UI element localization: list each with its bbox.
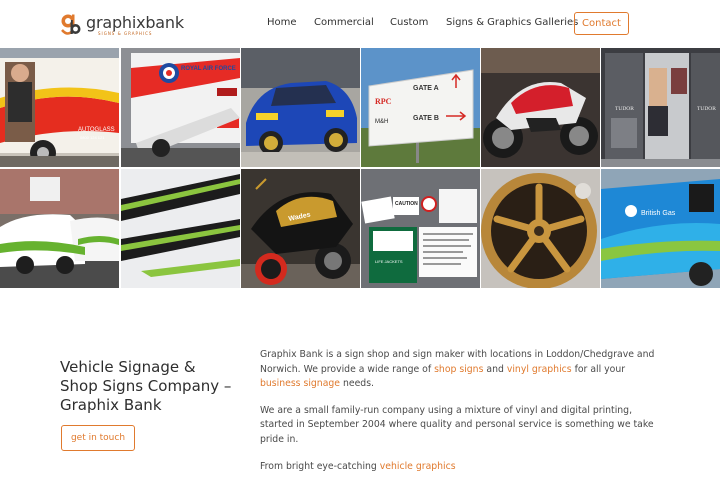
tile-tudor-text: TUDOR xyxy=(615,106,634,112)
gallery-tile-subaru[interactable] xyxy=(241,48,360,167)
site-header: graphixbank SIGNS & GRAPHICS Home Commer… xyxy=(0,0,720,48)
gallery-tile-gate-signs[interactable]: RPC M&H GATE A GATE B xyxy=(361,48,480,167)
gallery-tile-tudor-shop[interactable]: TUDOR TUDOR xyxy=(601,48,720,167)
para1-text-c: for all your xyxy=(571,363,626,375)
gallery-tile-raf-truck[interactable]: ROYAL AIR FORCE xyxy=(121,48,240,167)
shop-signs-link[interactable]: shop signs xyxy=(434,364,483,375)
gallery-tile-british-gas-van[interactable]: British Gas xyxy=(601,169,720,288)
para1-text-d: needs. xyxy=(340,378,375,390)
photo-gallery: AUTOGLASS 0800 124 121 ROYAL AIR FORCE R… xyxy=(0,48,720,288)
para3-text-a: From bright eye-catching xyxy=(260,460,380,472)
tile-raf-text: ROYAL AIR FORCE xyxy=(181,66,236,72)
get-in-touch-button[interactable]: get in touch xyxy=(61,425,135,451)
gallery-tile-race-bike[interactable] xyxy=(481,48,600,167)
tile-britishgas-text: British Gas xyxy=(641,210,676,217)
para1-text-b: and xyxy=(483,363,507,375)
nav-custom[interactable]: Custom xyxy=(390,17,428,28)
tile-gate-a-text: GATE A xyxy=(413,85,439,92)
tile-autoglass-text: AUTOGLASS xyxy=(78,127,115,133)
tile-gate-b-text: GATE B xyxy=(413,115,439,122)
brand-logo[interactable]: graphixbank SIGNS & GRAPHICS xyxy=(60,11,184,39)
tile-tudor-text-right: TUDOR xyxy=(697,106,716,112)
gallery-tile-vinyl-panels[interactable] xyxy=(121,169,240,288)
tile-lifejackets-text: LIFE JACKETS xyxy=(375,259,403,264)
gallery-tile-safety-signs[interactable]: CAUTION LIFE JACKETS xyxy=(361,169,480,288)
business-signage-link[interactable]: business signage xyxy=(260,378,340,389)
tile-autoglass-phone: 0800 124 121 xyxy=(80,135,105,140)
tile-caution-text: CAUTION xyxy=(395,201,418,207)
intro-paragraph-2: We are a small family-run company using … xyxy=(260,404,654,445)
gallery-tile-alloy-wheel[interactable] xyxy=(481,169,600,288)
gallery-tile-autoglass-van[interactable]: AUTOGLASS 0800 124 121 xyxy=(0,48,119,167)
nav-home[interactable]: Home xyxy=(267,17,297,28)
vehicle-graphics-link[interactable]: vehicle graphics xyxy=(380,461,456,472)
brand-name: graphixbank xyxy=(86,13,184,32)
contact-button[interactable]: Contact xyxy=(574,12,629,35)
gallery-tile-gold-bike[interactable]: Wades xyxy=(241,169,360,288)
svg-text:RPC: RPC xyxy=(375,97,392,106)
intro-title: Vehicle Signage & Shop Signs Company – G… xyxy=(60,358,232,415)
nav-galleries[interactable]: Signs & Graphics Galleries xyxy=(446,17,578,28)
svg-text:M&H: M&H xyxy=(375,119,388,125)
nav-commercial[interactable]: Commercial xyxy=(314,17,374,28)
gallery-tile-toyota[interactable] xyxy=(0,169,119,288)
intro-paragraph-3: From bright eye-catching vehicle graphic… xyxy=(260,460,665,475)
vinyl-graphics-link[interactable]: vinyl graphics xyxy=(507,364,572,375)
logo-mark-icon xyxy=(61,14,81,35)
intro-copy: Graphix Bank is a sign shop and sign mak… xyxy=(260,348,665,486)
intro-paragraph-1: Graphix Bank is a sign shop and sign mak… xyxy=(260,348,665,392)
